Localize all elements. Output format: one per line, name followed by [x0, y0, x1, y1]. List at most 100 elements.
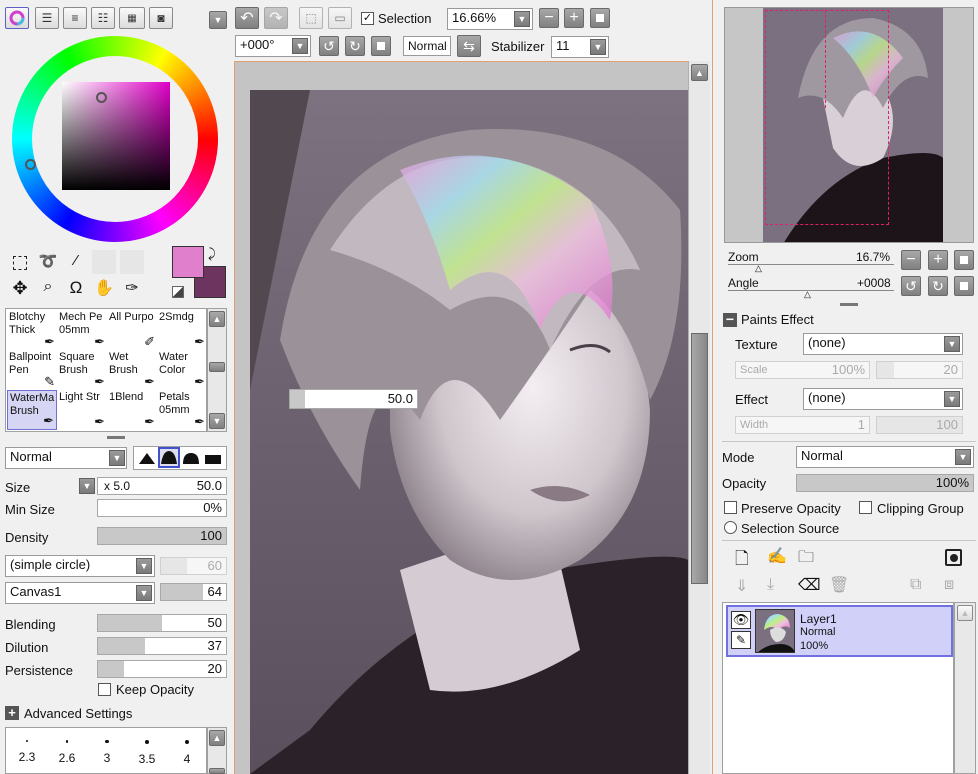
- layer-visibility-toggle[interactable]: 👁: [731, 611, 751, 629]
- swatches-mode-button[interactable]: ▦: [119, 7, 145, 29]
- texture-dropdown[interactable]: ▼: [944, 336, 960, 352]
- layer-opacity-slider[interactable]: 100%: [796, 474, 974, 492]
- rect-select-tool[interactable]: [8, 252, 32, 274]
- tip-shape-round[interactable]: [181, 450, 201, 466]
- brush-cell[interactable]: Square Brush ✒: [57, 350, 107, 390]
- density-slider[interactable]: 100: [97, 527, 227, 545]
- brush-cell[interactable]: Blotchy Thick ✒: [7, 310, 57, 350]
- navigator-angle-knob[interactable]: △: [804, 290, 811, 299]
- tip-shape-sharp[interactable]: [137, 450, 157, 466]
- brush-cell[interactable]: Mech Pe 05mm ✒: [57, 310, 107, 350]
- keep-opacity-checkbox[interactable]: [98, 683, 111, 696]
- zoom-dropdown[interactable]: ▼: [514, 11, 530, 27]
- canvas-artwork[interactable]: [250, 90, 688, 774]
- hand-tool[interactable]: ✋: [92, 278, 116, 300]
- brush-grid-scroll-thumb[interactable]: [209, 362, 225, 372]
- navigator-resize-handle[interactable]: [840, 303, 858, 306]
- canvas-scroll-up[interactable]: ▲: [691, 64, 708, 81]
- brush-cell[interactable]: Ballpoint Pen ✎: [7, 350, 57, 390]
- persistence-slider[interactable]: 20: [97, 660, 227, 678]
- undo-button[interactable]: ↶: [235, 7, 259, 29]
- rgb-slider-mode-button[interactable]: ☰: [35, 7, 59, 29]
- apply-mask-button[interactable]: ⧉: [910, 576, 921, 594]
- rotate-tool[interactable]: Ω: [64, 278, 88, 300]
- hue-cursor[interactable]: [25, 159, 36, 170]
- size-preset[interactable]: 3: [87, 733, 127, 773]
- brush-shape-dropdown[interactable]: ▼: [136, 558, 152, 574]
- min-size-slider[interactable]: 0%: [97, 499, 227, 517]
- hsv-slider-mode-button[interactable]: ≡: [63, 7, 87, 29]
- color-mixer-mode-button[interactable]: ☷: [91, 7, 115, 29]
- sv-cursor[interactable]: [96, 92, 107, 103]
- advanced-settings-toggle[interactable]: +: [5, 706, 19, 720]
- navigator-zoom-knob[interactable]: △: [755, 264, 762, 273]
- tip-shape-flat[interactable]: [203, 450, 223, 466]
- flip-horizontal-button[interactable]: ⇆: [457, 35, 481, 57]
- navigator-angle-slider[interactable]: [728, 290, 894, 291]
- brush-grid-scroll-down[interactable]: ▼: [209, 413, 225, 429]
- brush-cell[interactable]: All Purpo ✐: [107, 310, 157, 350]
- magic-wand-tool[interactable]: ⁄: [64, 252, 88, 274]
- panel-menu-dropdown[interactable]: ▼: [209, 11, 227, 29]
- layer-mode-dropdown[interactable]: ▼: [955, 449, 971, 465]
- selection-source-radio[interactable]: [724, 521, 737, 534]
- new-layer-button[interactable]: 🗋: [735, 546, 749, 575]
- zoom-tool[interactable]: ⌕: [36, 278, 60, 300]
- brush-cell[interactable]: Water Color ✒: [157, 350, 207, 390]
- swap-colors-icon[interactable]: ⤸: [208, 246, 216, 262]
- size-range-dropdown[interactable]: ▼: [79, 478, 95, 494]
- preserve-opacity-checkbox[interactable]: [724, 501, 737, 514]
- dilution-slider[interactable]: 37: [97, 637, 227, 655]
- blending-slider[interactable]: 50: [97, 614, 227, 632]
- merge-down-button[interactable]: ⤓: [767, 576, 774, 594]
- invert-selection-button[interactable]: ▭: [328, 7, 352, 29]
- clear-layer-button[interactable]: ⌫: [798, 575, 821, 595]
- view-mode-select[interactable]: Normal: [403, 36, 451, 56]
- zoom-out-button[interactable]: −: [539, 8, 559, 28]
- layer-mode-select[interactable]: Normal: [796, 446, 974, 468]
- navigator-rotate-cw-button[interactable]: ↻: [928, 276, 948, 296]
- texture-select[interactable]: (none): [803, 333, 963, 355]
- size-presets-scroll-thumb[interactable]: [209, 768, 225, 774]
- stabilizer-dropdown[interactable]: ▼: [590, 39, 606, 55]
- transfer-down-button[interactable]: ⇓: [735, 576, 748, 596]
- effect-select[interactable]: (none): [803, 388, 963, 410]
- brush-cell[interactable]: 1Blend ✒: [107, 390, 157, 430]
- new-linework-layer-button[interactable]: ✍: [767, 546, 787, 566]
- size-preset[interactable]: 4: [167, 733, 207, 773]
- brush-size-popup[interactable]: 50.0: [289, 389, 418, 409]
- navigator-zoom-out-button[interactable]: −: [901, 250, 921, 270]
- rotate-reset-button[interactable]: [371, 36, 391, 56]
- rotate-ccw-button[interactable]: ↺: [319, 36, 339, 56]
- layers-scrollbar[interactable]: [954, 602, 976, 774]
- navigator-preview[interactable]: [724, 7, 974, 243]
- brush-grid-scroll-up[interactable]: ▲: [209, 311, 225, 327]
- advanced-settings-label[interactable]: Advanced Settings: [24, 706, 132, 721]
- brush-cell[interactable]: Light Str ✒: [57, 390, 107, 430]
- new-folder-button[interactable]: 🗀: [798, 546, 814, 573]
- brush-cell[interactable]: 2Smdg ✒: [157, 310, 207, 350]
- size-preset[interactable]: 2.3: [7, 733, 47, 773]
- rotate-cw-button[interactable]: ↻: [345, 36, 365, 56]
- size-preset[interactable]: 2.6: [47, 733, 87, 773]
- delete-layer-button[interactable]: 🗑: [829, 575, 849, 595]
- brush-texture-dropdown[interactable]: ▼: [136, 585, 152, 601]
- angle-dropdown[interactable]: ▼: [292, 38, 308, 54]
- navigator-zoom-reset-button[interactable]: [954, 250, 974, 270]
- layer-lock-toggle[interactable]: ✎: [731, 631, 751, 649]
- effect-dropdown[interactable]: ▼: [944, 391, 960, 407]
- paints-effect-toggle[interactable]: −: [723, 312, 737, 327]
- zoom-in-button[interactable]: +: [564, 8, 584, 28]
- deselect-button[interactable]: ⬚: [299, 7, 323, 29]
- redo-button[interactable]: ↷: [264, 7, 288, 29]
- delete-mask-button[interactable]: ⧈: [944, 576, 954, 594]
- selection-checkbox[interactable]: ✓: [361, 12, 374, 25]
- lasso-tool[interactable]: ➰: [36, 252, 60, 274]
- brush-texture-strength[interactable]: 64: [160, 583, 227, 601]
- reset-colors-icon[interactable]: [172, 286, 184, 298]
- navigator-rotate-reset-button[interactable]: [954, 276, 974, 296]
- brush-grid-resize-handle[interactable]: [107, 436, 125, 439]
- move-tool[interactable]: ✥: [8, 278, 32, 300]
- scratchpad-mode-button[interactable]: ◙: [149, 7, 173, 29]
- navigator-view-rect[interactable]: [765, 10, 889, 225]
